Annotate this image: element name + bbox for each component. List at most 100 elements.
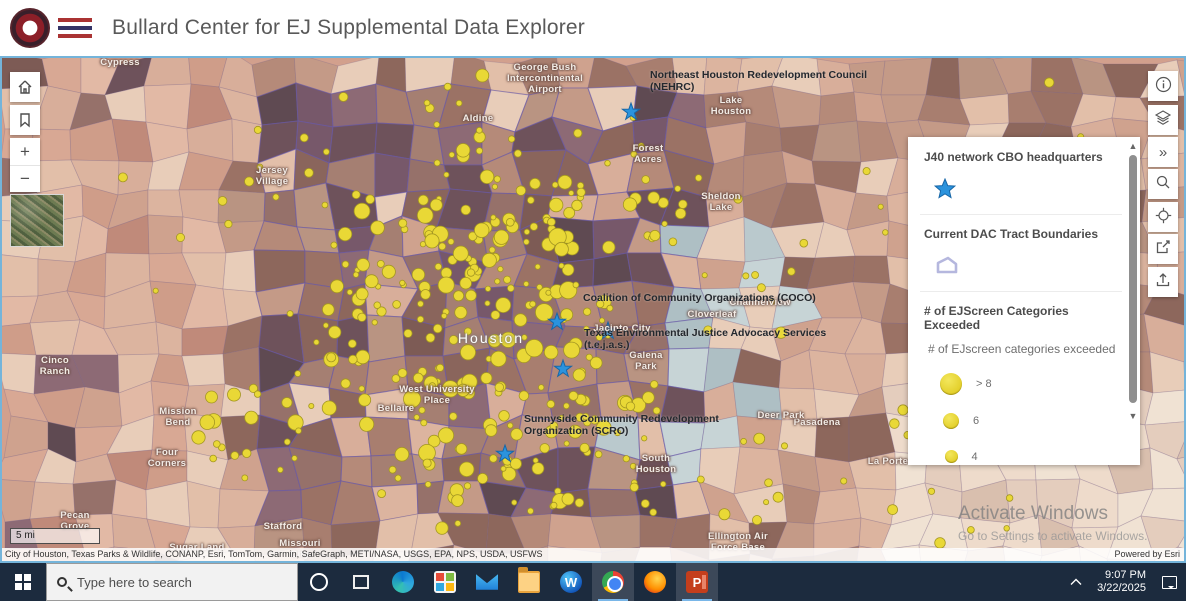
ejscreen-dot[interactable]	[577, 188, 585, 196]
ejscreen-dot[interactable]	[499, 411, 510, 422]
firefox-button[interactable]	[634, 563, 676, 601]
ejscreen-dot[interactable]	[607, 305, 613, 311]
ejscreen-dot[interactable]	[754, 433, 765, 444]
ejscreen-dot[interactable]	[596, 334, 602, 340]
ejscreen-dot[interactable]	[781, 443, 787, 449]
scroll-up-icon[interactable]: ▲	[1128, 141, 1138, 151]
ejscreen-dot[interactable]	[459, 462, 474, 477]
ejscreen-dot[interactable]	[586, 354, 592, 360]
ejscreen-dot[interactable]	[228, 388, 241, 401]
ejscreen-dot[interactable]	[329, 326, 341, 338]
ejscreen-dot[interactable]	[512, 500, 517, 505]
ejscreen-dot[interactable]	[508, 423, 513, 428]
map-canvas[interactable]: CypressGeorge Bush Intercontinental Airp…	[0, 56, 1186, 563]
ejscreen-dot[interactable]	[296, 428, 302, 434]
ejscreen-dot[interactable]	[496, 298, 511, 313]
ejscreen-dot[interactable]	[495, 383, 504, 392]
ejscreen-dot[interactable]	[800, 239, 808, 247]
ejscreen-dot[interactable]	[339, 93, 348, 102]
collapse-panel-button[interactable]: »	[1148, 137, 1178, 167]
ejscreen-dot[interactable]	[430, 199, 442, 211]
ejscreen-dot[interactable]	[349, 355, 358, 364]
ejscreen-dot[interactable]	[540, 444, 549, 453]
ejscreen-dot[interactable]	[418, 301, 424, 307]
action-center-button[interactable]	[1152, 576, 1186, 589]
layers-button[interactable]	[1148, 105, 1178, 135]
ejscreen-dot[interactable]	[358, 313, 366, 321]
ejscreen-dot[interactable]	[485, 286, 490, 291]
ejscreen-dot[interactable]	[491, 351, 506, 366]
ejscreen-dot[interactable]	[322, 304, 334, 316]
ejscreen-dot[interactable]	[426, 333, 435, 342]
ejscreen-dot[interactable]	[218, 197, 227, 206]
ejscreen-dot[interactable]	[423, 459, 431, 467]
ejscreen-dot[interactable]	[323, 323, 328, 328]
ejscreen-dot[interactable]	[254, 391, 261, 398]
ejscreen-dot[interactable]	[528, 508, 534, 514]
ejscreen-dot[interactable]	[510, 458, 521, 469]
zoom-in-button[interactable]: +	[10, 138, 40, 165]
ejscreen-dot[interactable]	[412, 268, 425, 281]
ejscreen-dot[interactable]	[495, 279, 500, 284]
ejscreen-dot[interactable]	[511, 429, 523, 441]
search-button[interactable]	[1148, 169, 1178, 199]
ejscreen-dot[interactable]	[287, 311, 293, 317]
ejscreen-dot[interactable]	[342, 261, 349, 268]
ejscreen-dot[interactable]	[455, 521, 461, 527]
ejscreen-dot[interactable]	[631, 151, 637, 157]
ejscreen-dot[interactable]	[378, 490, 386, 498]
ejscreen-dot[interactable]	[354, 203, 370, 219]
ejscreen-dot[interactable]	[284, 439, 290, 445]
ejscreen-dot[interactable]	[898, 405, 908, 415]
ejscreen-dot[interactable]	[595, 451, 602, 458]
taskbar-clock[interactable]: 9:07 PM 3/22/2025	[1091, 569, 1152, 595]
ejscreen-dot[interactable]	[695, 175, 702, 182]
ejscreen-dot[interactable]	[206, 391, 218, 403]
ejscreen-dot[interactable]	[360, 417, 374, 431]
ejscreen-dot[interactable]	[1006, 495, 1013, 502]
ejscreen-dot[interactable]	[444, 172, 449, 177]
ejscreen-dot[interactable]	[596, 420, 611, 435]
ejscreen-dot[interactable]	[573, 369, 585, 381]
ejscreen-dot[interactable]	[564, 342, 580, 358]
ejscreen-dot[interactable]	[562, 493, 574, 505]
ejscreen-dot[interactable]	[254, 126, 261, 133]
ejscreen-dot[interactable]	[544, 345, 558, 359]
scroll-down-icon[interactable]: ▼	[1128, 411, 1138, 421]
ejscreen-dot[interactable]	[225, 220, 232, 227]
ejscreen-dot[interactable]	[675, 186, 681, 192]
ejscreen-dot[interactable]	[494, 230, 508, 244]
ejscreen-dot[interactable]	[425, 234, 439, 248]
ejscreen-dot[interactable]	[434, 160, 440, 166]
ejscreen-dot[interactable]	[527, 197, 534, 204]
ejscreen-dot[interactable]	[623, 456, 629, 462]
ejscreen-dot[interactable]	[433, 324, 442, 333]
ejscreen-dot[interactable]	[305, 168, 314, 177]
zoom-out-button[interactable]: −	[10, 165, 40, 192]
ejscreen-dot[interactable]	[501, 332, 516, 347]
ejscreen-dot[interactable]	[338, 227, 351, 240]
basemap-toggle[interactable]	[10, 194, 64, 247]
ejscreen-dot[interactable]	[118, 173, 127, 182]
ejscreen-dot[interactable]	[348, 340, 356, 348]
ejscreen-dot[interactable]	[372, 320, 377, 325]
ejscreen-dot[interactable]	[653, 407, 660, 414]
ejscreen-dot[interactable]	[478, 473, 488, 483]
ejscreen-dot[interactable]	[702, 273, 707, 278]
ejscreen-dot[interactable]	[454, 291, 464, 301]
ejscreen-dot[interactable]	[639, 145, 645, 151]
ejscreen-dot[interactable]	[476, 127, 482, 133]
ejscreen-dot[interactable]	[457, 384, 469, 396]
ejscreen-dot[interactable]	[498, 266, 503, 271]
ejscreen-dot[interactable]	[775, 327, 786, 338]
ejscreen-dot[interactable]	[530, 301, 536, 307]
ejscreen-dot[interactable]	[242, 449, 251, 458]
ejscreen-dot[interactable]	[449, 413, 457, 421]
ejscreen-dot[interactable]	[489, 247, 495, 253]
ejscreen-dot[interactable]	[524, 239, 530, 245]
ejscreen-dot[interactable]	[522, 335, 528, 341]
ejscreen-dot[interactable]	[309, 403, 314, 408]
ejscreen-dot[interactable]	[464, 483, 470, 489]
ejscreen-dot[interactable]	[757, 284, 765, 292]
ejscreen-dot[interactable]	[322, 202, 328, 208]
